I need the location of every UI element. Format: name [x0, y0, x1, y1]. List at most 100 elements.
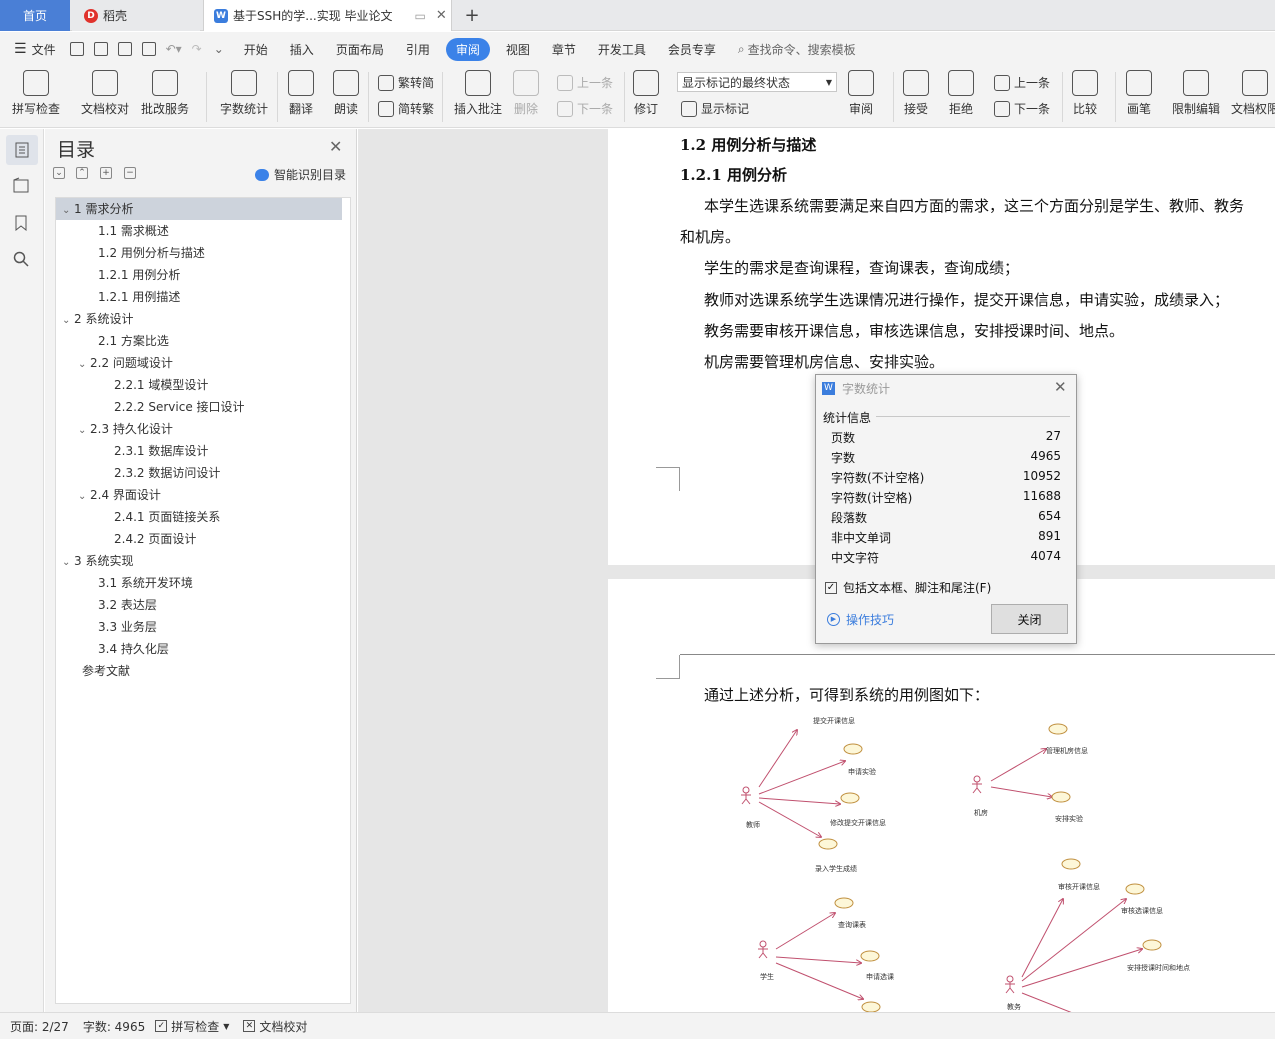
toc-item[interactable]: 3.2 表达层: [56, 594, 157, 616]
menu-references[interactable]: 引用: [406, 41, 430, 58]
print-icon[interactable]: [117, 42, 132, 56]
tab-home[interactable]: 首页: [0, 0, 70, 31]
usecase-ellipse: [1142, 939, 1162, 951]
compare-button[interactable]: 比较: [1072, 70, 1098, 117]
toc-item[interactable]: 2.1 方案比选: [56, 330, 169, 352]
proof-status[interactable]: ✕ 文档校对: [243, 1018, 307, 1035]
prev-change-button[interactable]: 上一条: [994, 74, 1050, 91]
command-search[interactable]: ⌕ 查找命令、搜索模板: [738, 41, 856, 58]
bookmark-icon[interactable]: [11, 213, 31, 233]
read-aloud-button[interactable]: 朗读: [333, 70, 359, 117]
chevron-down-icon[interactable]: ⌄: [78, 420, 90, 442]
word-count-indicator[interactable]: 字数: 4965: [83, 1018, 145, 1035]
insert-comment-button[interactable]: 插入批注: [454, 70, 502, 117]
chevron-down-icon[interactable]: ⌄: [62, 310, 74, 332]
new-tab-icon[interactable]: +: [462, 0, 482, 31]
menu-start[interactable]: 开始: [244, 41, 268, 58]
toc-item[interactable]: 2.2.2 Service 接口设计: [56, 396, 245, 418]
toc-item[interactable]: 3.1 系统开发环境: [56, 572, 193, 594]
include-textbox-checkbox[interactable]: ✓ 包括文本框、脚注和尾注(F): [825, 579, 991, 596]
toc-item[interactable]: 3.3 业务层: [56, 616, 157, 638]
restrict-edit-button[interactable]: 限制编辑: [1172, 70, 1220, 117]
spellcheck-button[interactable]: 拼写检查: [12, 70, 60, 117]
menu-insert[interactable]: 插入: [290, 41, 314, 58]
doc-permission-button[interactable]: 文档权限: [1231, 70, 1275, 117]
translate-button[interactable]: 翻译: [288, 70, 314, 117]
print-preview-icon[interactable]: [141, 42, 156, 56]
export-icon[interactable]: [93, 42, 108, 56]
chapter-nav-icon[interactable]: [11, 175, 31, 195]
expand-up-icon[interactable]: ⌃: [76, 167, 88, 179]
menu-chapter[interactable]: 章节: [552, 41, 576, 58]
toc-item[interactable]: 1.2 用例分析与描述: [56, 242, 205, 264]
dialog-title-bar[interactable]: W 字数统计: [816, 375, 1076, 401]
close-icon[interactable]: ✕: [329, 137, 342, 156]
tab-pin-icon[interactable]: ▭: [415, 9, 426, 23]
menu-member[interactable]: 会员专享: [668, 41, 716, 58]
toc-item[interactable]: ⌄ 2 系统设计: [56, 308, 133, 330]
close-icon[interactable]: ✕: [1054, 378, 1067, 396]
chevron-down-icon[interactable]: ⌄: [62, 200, 74, 222]
next-change-button[interactable]: 下一条: [994, 100, 1050, 117]
save-icon[interactable]: [69, 42, 84, 56]
show-markup-button[interactable]: 显示标记: [681, 100, 749, 117]
prev-comment-button[interactable]: 上一条: [557, 74, 613, 91]
batch-service-button[interactable]: 批改服务: [141, 70, 189, 117]
collapse-all-icon[interactable]: ⌄: [53, 167, 65, 179]
toc-item[interactable]: ⌄ 1 需求分析: [56, 198, 342, 220]
toc-item[interactable]: 3.4 持久化层: [56, 638, 169, 660]
pen-button[interactable]: 画笔: [1126, 70, 1152, 117]
accept-label: 接受: [903, 102, 928, 116]
customize-quick-access-icon[interactable]: ⌄: [214, 42, 224, 56]
toc-item[interactable]: 1.2.1 用例描述: [56, 286, 180, 308]
spellcheck-status[interactable]: ✓ 拼写检查 ▼: [155, 1018, 229, 1035]
toc-item[interactable]: 参考文献: [56, 660, 130, 682]
reject-button[interactable]: 拒绝: [948, 70, 974, 117]
search-icon[interactable]: [11, 249, 31, 269]
page-indicator[interactable]: 页面: 2/27: [10, 1018, 69, 1035]
markup-state-select[interactable]: 显示标记的最终状态 ▼: [677, 72, 837, 92]
toc-item[interactable]: 1.2.1 用例分析: [56, 264, 180, 286]
remove-heading-icon[interactable]: −: [124, 167, 136, 179]
toc-pane-icon[interactable]: [6, 135, 38, 165]
toc-item[interactable]: 2.3.1 数据库设计: [56, 440, 208, 462]
word-count-button[interactable]: 字数统计: [220, 70, 268, 117]
close-button[interactable]: 关闭: [991, 604, 1068, 634]
chevron-down-icon[interactable]: ⌄: [78, 486, 90, 508]
stat-value: 891: [1038, 529, 1061, 543]
chevron-down-icon[interactable]: ⌄: [78, 354, 90, 376]
next-comment-button[interactable]: 下一条: [557, 100, 613, 117]
accept-button[interactable]: 接受: [903, 70, 929, 117]
undo-icon[interactable]: ↶▾: [166, 42, 182, 56]
toc-item[interactable]: ⌄ 2.3 持久化设计: [56, 418, 173, 440]
tab-document[interactable]: W 基于SSH的学...实现 毕业论文 ▭ ✕: [203, 0, 452, 31]
actor-lab-label: 机房: [974, 808, 988, 817]
review-pane-button[interactable]: 审阅: [848, 70, 874, 117]
tips-link[interactable]: ▶ 操作技巧: [827, 611, 894, 628]
toc-item[interactable]: 2.4.1 页面链接关系: [56, 506, 220, 528]
menu-review[interactable]: 审阅: [445, 37, 490, 61]
redo-icon[interactable]: ↷: [192, 42, 202, 56]
toc-item[interactable]: 2.3.2 数据访问设计: [56, 462, 220, 484]
to-simplified-button[interactable]: 简转繁: [378, 100, 434, 117]
track-changes-button[interactable]: 修订: [633, 70, 659, 117]
toc-item[interactable]: 1.1 需求概述: [56, 220, 169, 242]
tab-docer[interactable]: D 稻壳: [72, 0, 200, 31]
chevron-down-icon[interactable]: ⌄: [62, 552, 74, 574]
toc-item[interactable]: 2.4.2 页面设计: [56, 528, 196, 550]
file-menu[interactable]: ☰ 文件: [14, 41, 56, 58]
add-heading-icon[interactable]: +: [100, 167, 112, 179]
menu-view[interactable]: 视图: [506, 41, 530, 58]
doc-proof-button[interactable]: 文档校对: [81, 70, 129, 117]
menu-developer[interactable]: 开发工具: [598, 41, 646, 58]
smart-toc-button[interactable]: 智能识别目录: [255, 166, 346, 183]
menu-page-layout[interactable]: 页面布局: [336, 41, 384, 58]
delete-comment-button[interactable]: 删除: [513, 70, 539, 117]
toc-item[interactable]: ⌄ 2.2 问题域设计: [56, 352, 173, 374]
toc-item[interactable]: ⌄ 3 系统实现: [56, 550, 133, 572]
to-traditional-button[interactable]: 繁转简: [378, 74, 434, 91]
hamburger-icon: ☰: [14, 41, 27, 57]
toc-item[interactable]: ⌄ 2.4 界面设计: [56, 484, 161, 506]
tab-close-icon[interactable]: ✕: [436, 8, 447, 23]
toc-item[interactable]: 2.2.1 域模型设计: [56, 374, 208, 396]
